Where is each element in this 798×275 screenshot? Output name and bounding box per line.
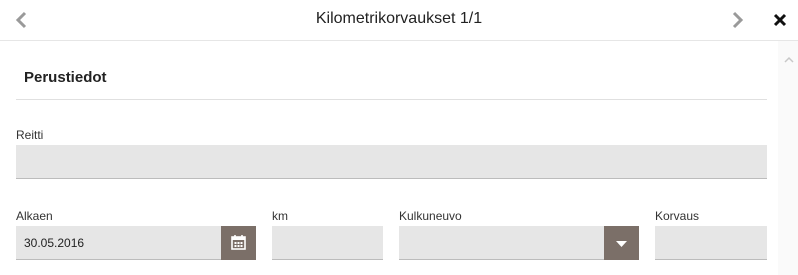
section-divider	[16, 99, 767, 100]
calendar-button[interactable]	[221, 226, 256, 260]
start-date-input[interactable]	[16, 226, 222, 260]
next-button[interactable]	[727, 9, 747, 31]
vehicle-select[interactable]	[399, 226, 605, 260]
km-label: km	[272, 209, 288, 223]
chevron-right-icon	[732, 11, 744, 29]
km-input[interactable]	[272, 226, 383, 260]
compensation-label: Korvaus	[655, 209, 700, 223]
dialog-header: Kilometrikorvaukset 1/1	[0, 0, 798, 41]
dialog-title: Kilometrikorvaukset 1/1	[315, 10, 483, 27]
scroll-up-icon[interactable]	[784, 55, 794, 65]
caret-down-icon	[616, 241, 627, 247]
vehicle-dropdown-button[interactable]	[604, 226, 639, 260]
vehicle-label: Kulkuneuvo	[399, 209, 462, 223]
section-title: Perustiedot	[24, 69, 107, 86]
scrollbar[interactable]	[778, 41, 798, 275]
calendar-icon	[231, 235, 246, 250]
start-date-label: Alkaen	[16, 209, 53, 223]
route-input[interactable]	[16, 145, 767, 179]
compensation-input[interactable]	[655, 226, 767, 260]
close-icon	[773, 13, 787, 27]
close-button[interactable]	[770, 10, 790, 30]
route-label: Reitti	[16, 128, 44, 142]
